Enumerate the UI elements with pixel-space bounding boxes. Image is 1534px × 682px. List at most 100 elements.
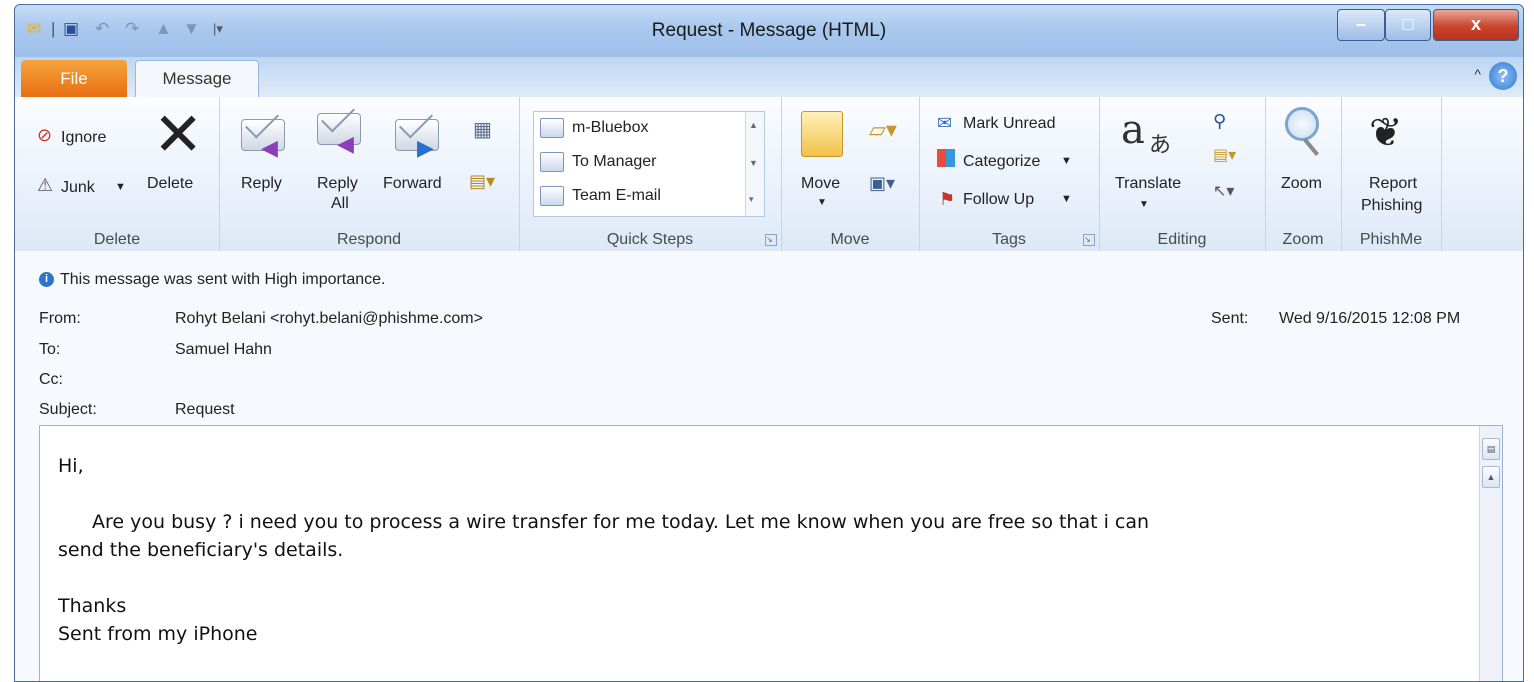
junk-button[interactable]: Junk (61, 179, 95, 197)
more-respond-icon[interactable]: ▤▾ (469, 171, 495, 192)
to-manager-icon (540, 152, 564, 172)
group-zoom: Zoom Zoom (1265, 97, 1342, 251)
importance-infobar: i This message was sent with High importa… (39, 271, 385, 289)
chevron-down-icon: ▼ (1061, 155, 1072, 167)
select-cursor-icon[interactable]: ↖▾ (1213, 181, 1234, 201)
scroll-down-icon[interactable]: ▼ (749, 158, 758, 168)
forward-button[interactable]: Forward (383, 175, 442, 193)
group-label-move: Move (830, 231, 870, 248)
to-label: To: (39, 341, 61, 358)
ignore-icon: ⊘ (37, 125, 53, 145)
group-label-delete: Delete (93, 231, 141, 248)
cc-label: Cc: (39, 371, 63, 388)
reply-all-label-2: All (331, 195, 349, 212)
mark-unread-icon: ✉ (937, 113, 953, 133)
quick-step-item[interactable]: m-Bluebox (540, 118, 648, 138)
body-signature: Sent from my iPhone (58, 623, 258, 645)
move-folder-icon (801, 111, 843, 157)
quick-step-item[interactable]: To Manager (540, 152, 657, 172)
reply-all-arrow-icon: ◀ (337, 131, 354, 156)
bluebox-icon (540, 118, 564, 138)
body-scrollbar[interactable]: ▤ ▲ (1479, 426, 1502, 681)
translate-kana-icon: あ (1149, 132, 1172, 157)
categorize-button[interactable]: Categorize (963, 153, 1040, 171)
chevron-down-icon: ▼ (1139, 199, 1149, 210)
meeting-icon[interactable]: ▦ (473, 117, 492, 142)
body-greeting: Hi, (58, 455, 84, 477)
forward-arrow-icon: ▶ (417, 135, 434, 160)
maximize-button[interactable]: □ (1385, 9, 1431, 41)
actions-icon[interactable]: ▣▾ (869, 173, 895, 194)
group-phishme: ❦ Report Phishing PhishMe (1341, 97, 1442, 251)
reply-arrow-icon: ◀ (261, 135, 278, 160)
tab-file[interactable]: File (21, 60, 127, 97)
ribbon-tabs: File Message ^ ? (15, 57, 1523, 98)
find-binoculars-icon[interactable]: ⚲ (1213, 111, 1226, 132)
body-line: Are you busy ? i need you to process a w… (92, 511, 1150, 533)
follow-up-button[interactable]: Follow Up (963, 191, 1034, 209)
from-label: From: (39, 310, 81, 327)
info-icon: i (39, 272, 54, 288)
close-button[interactable]: x (1433, 9, 1519, 41)
follow-up-flag-icon: ⚑ (939, 189, 956, 209)
group-tags: ✉ Mark Unread Categorize ▼ ⚑ Follow Up ▼… (919, 97, 1100, 251)
scroll-up-icon[interactable]: ▲ (1482, 466, 1500, 488)
phishing-fish-icon: ❦ (1369, 111, 1403, 155)
title-bar: ✉ | ▣ ↶ ↷ ▲ ▼ |▾ Request - Message (HTML… (15, 5, 1523, 57)
people-pane-toggle-icon[interactable]: ▤ (1482, 438, 1500, 460)
message-body[interactable]: Hi, Are you busy ? i need you to process… (39, 425, 1503, 681)
translate-icon: a (1121, 107, 1145, 153)
junk-icon: ⚠ (37, 175, 54, 195)
related-icon[interactable]: ▤▾ (1213, 145, 1236, 165)
message-body-text: Hi, Are you busy ? i need you to process… (58, 452, 1448, 648)
group-editing: a あ Translate ▼ ⚲ ▤▾ ↖▾ Editing (1099, 97, 1266, 251)
zoom-handle-icon (1303, 138, 1319, 156)
group-label-zoom: Zoom (1282, 231, 1324, 248)
group-respond: ◀ Reply ◀ Reply All ▶ Forward ▦ ▤▾ Respo… (219, 97, 520, 251)
window-title: Request - Message (HTML) (651, 20, 887, 41)
quick-steps-gallery: m-Bluebox To Manager Team E-mail ▲ ▼ ▾ (533, 111, 765, 217)
reply-all-button[interactable]: Reply (317, 175, 358, 193)
minimize-ribbon-icon[interactable]: ^ (1474, 66, 1481, 82)
zoom-button[interactable]: Zoom (1281, 175, 1322, 193)
minimize-button[interactable]: – (1337, 9, 1385, 41)
sent-value: Wed 9/16/2015 12:08 PM (1279, 310, 1461, 327)
subject-label: Subject: (39, 401, 97, 418)
mark-unread-button[interactable]: Mark Unread (963, 115, 1055, 133)
quick-step-item[interactable]: Team E-mail (540, 186, 661, 206)
group-label-editing: Editing (1157, 231, 1207, 248)
move-button[interactable]: Move (801, 175, 840, 193)
from-value[interactable]: Rohyt Belani <rohyt.belani@phishme.com> (175, 310, 483, 328)
help-icon[interactable]: ? (1489, 62, 1517, 90)
message-pane: i This message was sent with High importa… (15, 251, 1523, 681)
team-email-icon (540, 186, 564, 206)
chevron-down-icon: ▼ (1061, 193, 1072, 205)
group-label-respond: Respond (336, 231, 402, 248)
expand-gallery-icon[interactable]: ▾ (749, 194, 754, 205)
ignore-button[interactable]: Ignore (61, 129, 106, 147)
ribbon: ⊘ Ignore ⚠ Junk ▼ ✕ Delete Delete ◀ Repl… (15, 97, 1523, 252)
group-move: Move ▼ ▱▾ ▣▾ Move (781, 97, 920, 251)
group-quick-steps: m-Bluebox To Manager Team E-mail ▲ ▼ ▾ ↘… (519, 97, 782, 251)
zoom-magnifier-icon (1285, 107, 1319, 141)
delete-x-icon[interactable]: ✕ (153, 103, 203, 167)
reply-button[interactable]: Reply (241, 175, 282, 193)
body-thanks: Thanks (58, 595, 127, 617)
report-phishing-button[interactable]: Report (1369, 175, 1417, 193)
chevron-down-icon: ▼ (817, 197, 827, 208)
report-phishing-label-2: Phishing (1361, 197, 1423, 214)
tab-message[interactable]: Message (135, 60, 259, 98)
to-value[interactable]: Samuel Hahn (175, 341, 272, 359)
scroll-up-icon[interactable]: ▲ (749, 120, 758, 130)
quick-steps-scrollbar[interactable]: ▲ ▼ ▾ (745, 112, 764, 216)
body-line: send the beneficiary's details. (58, 539, 344, 561)
rules-icon[interactable]: ▱▾ (869, 117, 897, 143)
group-label-quick-steps: Quick Steps (606, 231, 694, 248)
group-delete: ⊘ Ignore ⚠ Junk ▼ ✕ Delete Delete (15, 97, 220, 251)
delete-button[interactable]: Delete (147, 175, 193, 193)
group-label-phishme: PhishMe (1359, 231, 1423, 248)
translate-button[interactable]: Translate (1115, 175, 1181, 193)
outlook-message-window: ✉ | ▣ ↶ ↷ ▲ ▼ |▾ Request - Message (HTML… (14, 4, 1524, 682)
subject-value: Request (175, 401, 235, 418)
group-label-tags: Tags (992, 231, 1026, 248)
